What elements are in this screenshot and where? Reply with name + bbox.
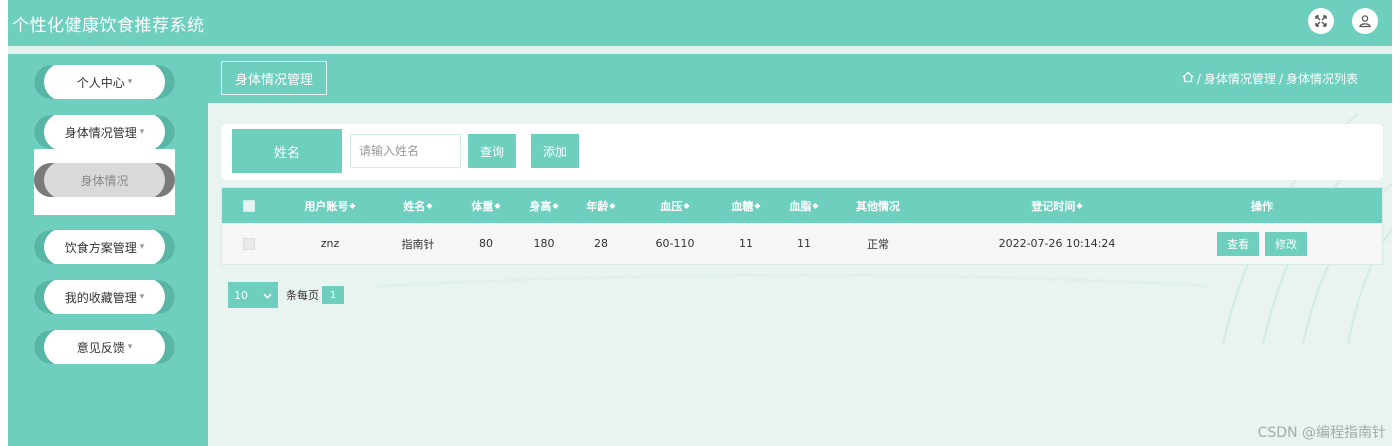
chevron-down-icon: ▾ <box>127 342 133 352</box>
page-size-select[interactable]: 10 <box>228 282 278 308</box>
sort-icon: ◆ <box>683 201 690 210</box>
fullscreen-icon[interactable] <box>1308 8 1334 34</box>
column-header-other: 其他情况 <box>856 199 900 213</box>
submenu: 身体情况 <box>34 149 175 215</box>
main-content: 身体情况管理 / 身体情况管理 / 身体情况列表 姓名 查询 添加 用户账号◆ … <box>208 54 1392 446</box>
chevron-down-icon <box>263 289 272 302</box>
top-bar: 个性化健康饮食推荐系统 <box>8 0 1392 46</box>
column-header-height[interactable]: 身高 ◆ <box>516 188 572 223</box>
page-size-value: 10 <box>234 288 248 302</box>
breadcrumb-item: 身体情况列表 <box>1285 72 1358 86</box>
column-header-blood-sugar[interactable]: 血糖 ◆ <box>718 188 774 223</box>
chevron-down-icon: ▾ <box>139 127 145 137</box>
sidebar-item-label: 意见反馈 <box>76 340 125 355</box>
per-page-label: 条每页 <box>286 289 319 302</box>
cell-username: znz <box>320 237 340 250</box>
header-bar: 身体情况管理 / 身体情况管理 / 身体情况列表 <box>208 54 1392 103</box>
sidebar-item-label: 个人中心 <box>76 75 125 90</box>
sidebar-item-body-management[interactable]: 身体情况管理 ▾ <box>34 115 175 149</box>
cell-actions: 查看 修改 <box>1202 223 1322 264</box>
add-button[interactable]: 添加 <box>531 134 579 168</box>
column-header-blood-pressure[interactable]: 血压 ◆ <box>642 188 708 223</box>
chevron-down-icon: ▾ <box>139 242 145 252</box>
user-icon[interactable] <box>1352 8 1378 34</box>
sidebar-item-diet-plan-management[interactable]: 饮食方案管理 ▾ <box>34 230 175 264</box>
app-title: 个性化健康饮食推荐系统 <box>12 15 205 36</box>
sort-icon: ◆ <box>754 201 761 210</box>
column-header-weight[interactable]: 体重 ◆ <box>458 188 514 223</box>
home-icon[interactable] <box>1182 71 1194 86</box>
sort-icon: ◆ <box>552 201 559 210</box>
cell-register-time: 2022-07-26 10:14:24 <box>998 237 1116 250</box>
view-button[interactable]: 查看 <box>1217 231 1259 256</box>
chevron-down-icon: ▾ <box>127 77 133 87</box>
column-header-age[interactable]: 年龄 ◆ <box>573 188 629 223</box>
sidebar-item-label: 我的收藏管理 <box>64 290 137 305</box>
select-all-checkbox[interactable] <box>240 188 258 223</box>
cell-blood-lipid: 11 <box>797 237 811 250</box>
sidebar-item-label: 饮食方案管理 <box>64 240 137 255</box>
sidebar-item-label: 身体情况管理 <box>64 125 137 140</box>
cell-weight: 80 <box>479 237 493 250</box>
top-icons <box>1308 8 1378 34</box>
sidebar-item-favorites-management[interactable]: 我的收藏管理 ▾ <box>34 280 175 314</box>
sort-icon: ◆ <box>609 201 616 210</box>
sidebar-item-feedback[interactable]: 意见反馈 ▾ <box>34 330 175 364</box>
cell-blood-pressure: 60-110 <box>655 237 695 250</box>
sort-icon: ◆ <box>1076 201 1083 210</box>
topbar-gap <box>8 46 1392 54</box>
page-number-button[interactable]: 1 <box>322 286 344 304</box>
sidebar: 个人中心 ▾ 身体情况管理 ▾ 身体情况 饮食方案管理 ▾ 我的收藏管理 ▾ 意见反馈 ▾ <box>8 54 208 446</box>
breadcrumb-item[interactable]: 身体情况管理 <box>1204 70 1276 87</box>
table-row: znz 指南针 80 180 28 60-110 11 11 正常 2022-0… <box>222 223 1382 264</box>
watermark: CSDN @编程指南针 <box>1257 425 1386 441</box>
search-button[interactable]: 查询 <box>468 134 516 168</box>
sidebar-item-personal-center[interactable]: 个人中心 ▾ <box>34 65 175 99</box>
breadcrumb-separator: / <box>1278 71 1283 86</box>
table-header: 用户账号 ◆ 姓名 ◆ 体重 ◆ 身高 ◆ 年龄 ◆ 血压 ◆ 血糖 ◆ 血脂 ◆ 其他情况 登… <box>222 188 1382 223</box>
breadcrumb-separator: / <box>1196 71 1201 86</box>
data-table: 用户账号 ◆ 姓名 ◆ 体重 ◆ 身高 ◆ 年龄 ◆ 血压 ◆ 血糖 ◆ 血脂 ◆ 其他情况 登… <box>221 187 1383 265</box>
edit-button[interactable]: 修改 <box>1265 231 1307 256</box>
breadcrumb: / 身体情况管理 / 身体情况列表 <box>1182 70 1358 87</box>
tab-body-management[interactable]: 身体情况管理 <box>221 61 328 95</box>
sort-icon: ◆ <box>494 201 501 210</box>
search-panel: 姓名 查询 添加 <box>221 124 1383 180</box>
cell-other: 正常 <box>867 237 889 251</box>
column-header-name[interactable]: 姓名 ◆ <box>390 188 446 223</box>
cell-height: 180 <box>533 237 555 250</box>
chevron-down-icon: ▾ <box>139 292 145 302</box>
sort-icon: ◆ <box>812 201 819 210</box>
search-name-label: 姓名 <box>232 129 342 173</box>
column-header-blood-lipid[interactable]: 血脂 ◆ <box>776 188 832 223</box>
cell-blood-sugar: 11 <box>739 237 753 250</box>
column-header-username[interactable]: 用户账号 ◆ <box>290 188 370 223</box>
row-checkbox[interactable] <box>240 223 258 264</box>
column-header-register-time[interactable]: 登记时间 ◆ <box>962 188 1152 223</box>
pagination: 10 条每页 1 <box>228 282 344 308</box>
column-header-actions: 操作 <box>1251 199 1273 213</box>
submenu-item-body-condition[interactable]: 身体情况 <box>34 163 175 197</box>
sort-icon: ◆ <box>426 201 433 210</box>
search-name-input[interactable] <box>350 134 461 168</box>
cell-age: 28 <box>594 237 608 250</box>
sort-icon: ◆ <box>349 201 356 210</box>
cell-name: 指南针 <box>401 237 435 251</box>
submenu-item-label: 身体情况 <box>80 173 129 188</box>
